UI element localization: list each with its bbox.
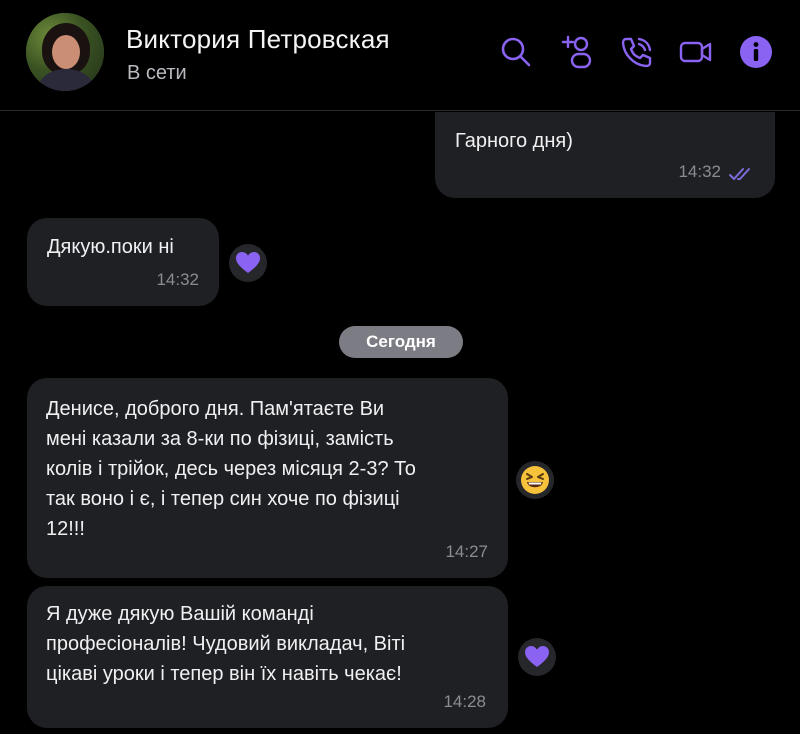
call-icon[interactable]	[619, 34, 655, 70]
message-time: 14:28	[443, 692, 486, 711]
incoming-message[interactable]: Я дуже дякую Вашій команді професіоналів…	[27, 586, 508, 728]
read-check-icon	[729, 168, 750, 180]
add-user-icon[interactable]	[560, 34, 596, 70]
message-time: 14:32	[156, 270, 199, 289]
heart-reaction-icon[interactable]	[518, 638, 556, 676]
contact-name[interactable]: Виктория Петровская	[126, 24, 390, 55]
incoming-message[interactable]: Дякую.поки ні 14:32	[27, 218, 219, 306]
message-time: 14:32	[678, 162, 721, 181]
message-text: Денисе, доброго дня. Пам'ятаєте Ви мені …	[46, 398, 416, 540]
incoming-message[interactable]: Денисе, доброго дня. Пам'ятаєте Ви мені …	[27, 378, 508, 578]
message-text: Я дуже дякую Вашій команді професіоналів…	[46, 603, 406, 685]
video-call-icon[interactable]	[678, 34, 714, 70]
search-icon[interactable]	[498, 34, 534, 70]
contact-status: В сети	[127, 62, 187, 84]
contact-avatar[interactable]	[26, 13, 104, 91]
message-text: Гарного дня)	[455, 130, 573, 152]
laughing-reaction-icon[interactable]	[516, 461, 554, 499]
heart-reaction-icon[interactable]	[229, 244, 267, 282]
message-text: Дякую.поки ні	[47, 236, 174, 258]
outgoing-message[interactable]: Гарного дня) 14:32	[435, 112, 775, 198]
chat-header: Виктория Петровская В сети	[0, 0, 800, 111]
info-icon[interactable]	[738, 34, 774, 70]
message-time: 14:27	[445, 542, 488, 561]
date-separator: Сегодня	[339, 326, 463, 358]
